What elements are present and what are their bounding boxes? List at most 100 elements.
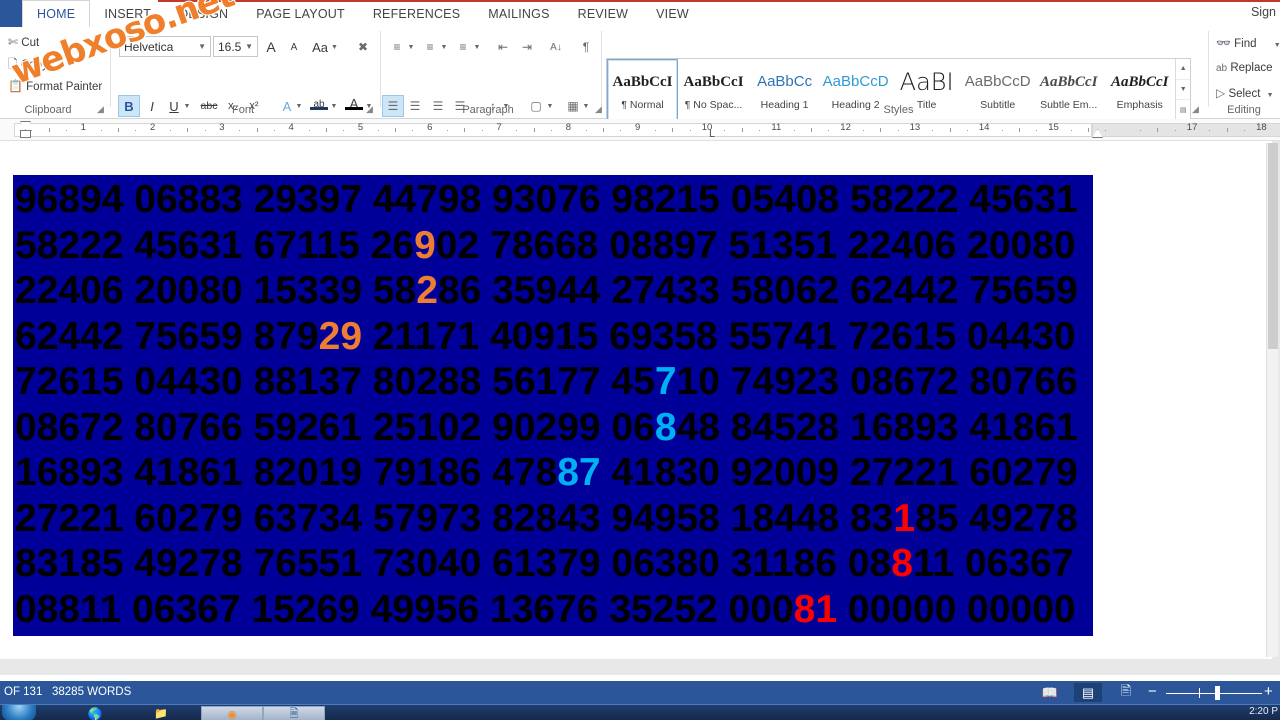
page-indicator[interactable]: OF 131: [4, 686, 42, 698]
gallery-scroll-up-icon[interactable]: ▲: [1176, 59, 1191, 80]
ruler-tick: [308, 130, 310, 131]
web-layout-button[interactable]: 🖹: [1112, 683, 1140, 702]
word-taskbar-button[interactable]: 🗎: [263, 706, 325, 720]
font-dialog-launcher[interactable]: ◢: [366, 105, 375, 114]
increase-indent-button[interactable]: ⇥: [516, 36, 538, 58]
zoom-slider-thumb[interactable]: [1215, 686, 1220, 700]
cut-button[interactable]: ✄ Cut: [8, 35, 39, 49]
ruler-number: 12: [840, 122, 851, 133]
word-application-window: HOME INSERT DESIGN PAGE LAYOUT REFERENCES MAI…: [0, 0, 1280, 720]
gallery-scroll-down-icon[interactable]: ▼: [1176, 80, 1191, 101]
left-indent-marker[interactable]: [20, 130, 31, 138]
paragraph-dialog-launcher[interactable]: ◢: [595, 105, 604, 114]
sign-in-link[interactable]: Sign: [1251, 5, 1276, 19]
ruler-tick: [256, 128, 258, 132]
format-painter-button[interactable]: 📋 Format Painter: [8, 79, 102, 93]
bullets-button[interactable]: ≡: [386, 36, 408, 58]
select-button[interactable]: ▷ Select ▼: [1216, 86, 1274, 100]
ruler-tick: [1140, 130, 1142, 131]
decrease-indent-button[interactable]: ⇤: [492, 36, 514, 58]
highlighted-digits: 8: [654, 405, 677, 449]
document-page[interactable]: 96894 06883 29397 44798 93076 98215 0540…: [0, 141, 1272, 659]
clipboard-dialog-launcher[interactable]: ◢: [97, 105, 106, 114]
tab-home[interactable]: HOME: [22, 0, 91, 27]
format-painter-label: Format Painter: [26, 81, 103, 93]
ruler-number: 2: [149, 122, 156, 133]
group-separator: [1208, 31, 1209, 107]
font-size-combobox[interactable]: 16.5 ▼: [213, 36, 258, 57]
find-button[interactable]: 👓 Find ▼: [1216, 36, 1280, 50]
ruler-tick: [516, 130, 518, 131]
ruler-tick: [880, 128, 882, 132]
multilevel-list-button[interactable]: ≡: [452, 36, 474, 58]
ruler-tick: [464, 128, 466, 132]
ruler-tick: [1244, 130, 1246, 131]
multilevel-dropdown[interactable]: ▼: [472, 36, 482, 58]
start-orb-icon[interactable]: [2, 705, 36, 720]
chrome-taskbar-button[interactable]: ◉: [201, 706, 263, 720]
replace-label: Replace: [1230, 62, 1273, 74]
status-bar: OF 131 38285 WORDS 📖 ▤ 🖹 − +: [0, 681, 1280, 704]
group-separator: [601, 31, 602, 107]
styles-dialog-launcher[interactable]: ◢: [1192, 105, 1201, 114]
internet-explorer-icon[interactable]: 🌎: [80, 706, 110, 720]
decrease-indent-icon: ⇤: [497, 40, 509, 54]
zoom-slider-track[interactable]: [1166, 693, 1262, 694]
style-preview: AaBbCcI: [1110, 74, 1169, 90]
scrollbar-thumb[interactable]: [1268, 143, 1278, 349]
sort-icon: A↓: [550, 41, 562, 53]
tab-mailings[interactable]: MAILINGS: [474, 8, 563, 27]
ruler-number: 11: [771, 122, 782, 133]
sort-button[interactable]: A↓: [545, 36, 567, 58]
numbering-button[interactable]: ≡: [419, 36, 441, 58]
vertical-scrollbar[interactable]: [1266, 143, 1278, 657]
tab-insert[interactable]: INSERT: [90, 8, 165, 27]
horizontal-ruler[interactable]: 1 2 3 4 5 6 7 8 9 10 11 12 13 14 15 17 18 L: [0, 119, 1280, 141]
windows-taskbar: 🌎 📁 ◉ ◉ 🗎 2:20 P: [0, 704, 1280, 720]
numbered-list-icon: ≡: [426, 40, 434, 54]
system-clock[interactable]: 2:20 P: [1249, 706, 1278, 717]
tab-stop-marker[interactable]: L: [709, 128, 715, 140]
change-case-button[interactable]: Aa ▼: [310, 36, 340, 58]
bullets-dropdown[interactable]: ▼: [406, 36, 416, 58]
print-layout-button[interactable]: ▤: [1074, 683, 1102, 702]
clear-formatting-button[interactable]: ✖: [352, 36, 374, 58]
word-count[interactable]: 38285 WORDS: [52, 686, 131, 698]
select-cursor-icon: ▷: [1216, 86, 1226, 100]
tab-review[interactable]: REVIEW: [564, 8, 643, 27]
ruler-tick: [1070, 130, 1072, 131]
tab-design[interactable]: DESIGN: [165, 8, 242, 27]
zoom-in-button[interactable]: +: [1264, 684, 1273, 699]
style-preview: AaBbCcD: [822, 73, 889, 90]
chevron-down-icon: ▼: [473, 43, 481, 51]
ribbon: ✄ Cut 🗋 Copy 📋 Format Painter Clipboard …: [0, 27, 1280, 122]
document-line: 16893 41861 82019 79186 47887 41830 9200…: [13, 450, 1093, 496]
ruler-tick: [533, 128, 535, 132]
file-tab[interactable]: [0, 0, 22, 27]
grow-font-button[interactable]: A: [260, 36, 282, 58]
ruler-tick: [932, 130, 934, 131]
numbering-dropdown[interactable]: ▼: [439, 36, 449, 58]
replace-button[interactable]: ab Replace: [1216, 62, 1273, 74]
ruler-tick: [135, 130, 137, 131]
show-formatting-marks-button[interactable]: ¶: [575, 36, 597, 58]
font-name-combobox[interactable]: Helvetica ▼: [119, 36, 211, 57]
ruler-text-area: [14, 123, 1092, 137]
chevron-down-icon: ▼: [245, 42, 253, 51]
ruler-tick: [655, 130, 657, 131]
zoom-out-button[interactable]: −: [1148, 684, 1157, 699]
ruler-tick: [672, 128, 674, 132]
copy-icon: 🗋: [8, 57, 18, 71]
tab-view[interactable]: VIEW: [642, 8, 703, 27]
read-mode-button[interactable]: 📖: [1036, 683, 1064, 702]
tab-page-layout[interactable]: PAGE LAYOUT: [242, 8, 359, 27]
copy-button[interactable]: 🗋 Copy: [8, 55, 48, 76]
ruler-tick: [395, 128, 397, 132]
paragraph-group-label: Paragraph: [462, 104, 514, 116]
ruler-number: 18: [1256, 122, 1267, 133]
ruler-tick: [31, 130, 33, 131]
tab-references[interactable]: REFERENCES: [359, 8, 474, 27]
file-explorer-icon[interactable]: 📁: [146, 706, 176, 720]
document-text-block[interactable]: 96894 06883 29397 44798 93076 98215 0540…: [13, 175, 1093, 636]
shrink-font-button[interactable]: A: [283, 36, 305, 58]
